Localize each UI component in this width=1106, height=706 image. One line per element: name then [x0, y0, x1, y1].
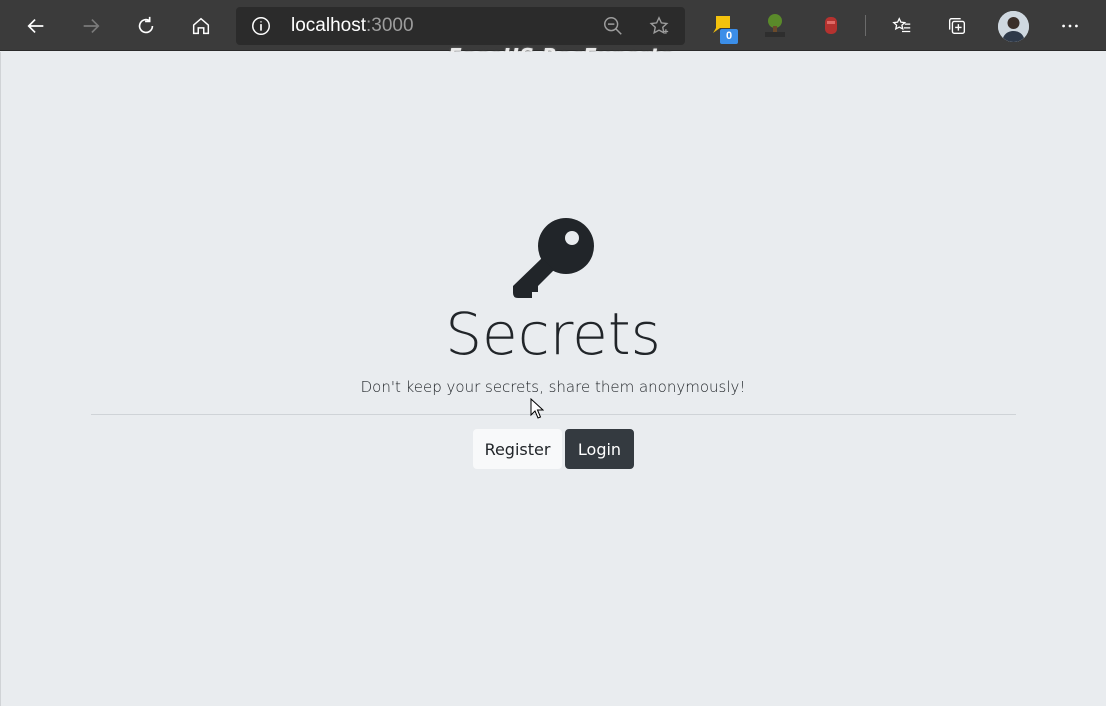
- browser-toolbar: localhost:3000 0 EaseUS RecExperts: [0, 0, 1106, 68]
- page-title: Secrets: [445, 300, 661, 368]
- back-icon[interactable]: [18, 8, 54, 44]
- login-button[interactable]: Login: [565, 429, 634, 469]
- toolbar-separator: [865, 15, 866, 36]
- key-icon: [513, 218, 594, 298]
- collections-icon[interactable]: [939, 8, 975, 44]
- url-text: localhost:3000: [291, 15, 414, 37]
- favorites-list-icon[interactable]: [884, 8, 920, 44]
- mouse-cursor-icon: [530, 398, 544, 419]
- extension-badge: 0: [720, 29, 738, 44]
- more-icon[interactable]: [1052, 8, 1088, 44]
- url-port: :3000: [366, 15, 414, 36]
- forward-icon[interactable]: [73, 8, 109, 44]
- profile-avatar[interactable]: [998, 11, 1029, 42]
- info-icon[interactable]: [250, 15, 272, 37]
- register-button[interactable]: Register: [473, 429, 562, 469]
- html-extension-icon[interactable]: [762, 12, 788, 40]
- address-bar[interactable]: localhost:3000: [236, 7, 685, 45]
- page-tagline: Don't keep your secrets, share them anon…: [360, 378, 746, 396]
- home-icon[interactable]: [183, 8, 219, 44]
- favorite-star-icon[interactable]: [648, 15, 670, 37]
- url-host: localhost: [291, 15, 366, 36]
- divider: [91, 414, 1016, 415]
- refresh-icon[interactable]: [128, 8, 164, 44]
- zoom-out-icon[interactable]: [602, 15, 624, 37]
- extension-red-icon[interactable]: [818, 12, 844, 40]
